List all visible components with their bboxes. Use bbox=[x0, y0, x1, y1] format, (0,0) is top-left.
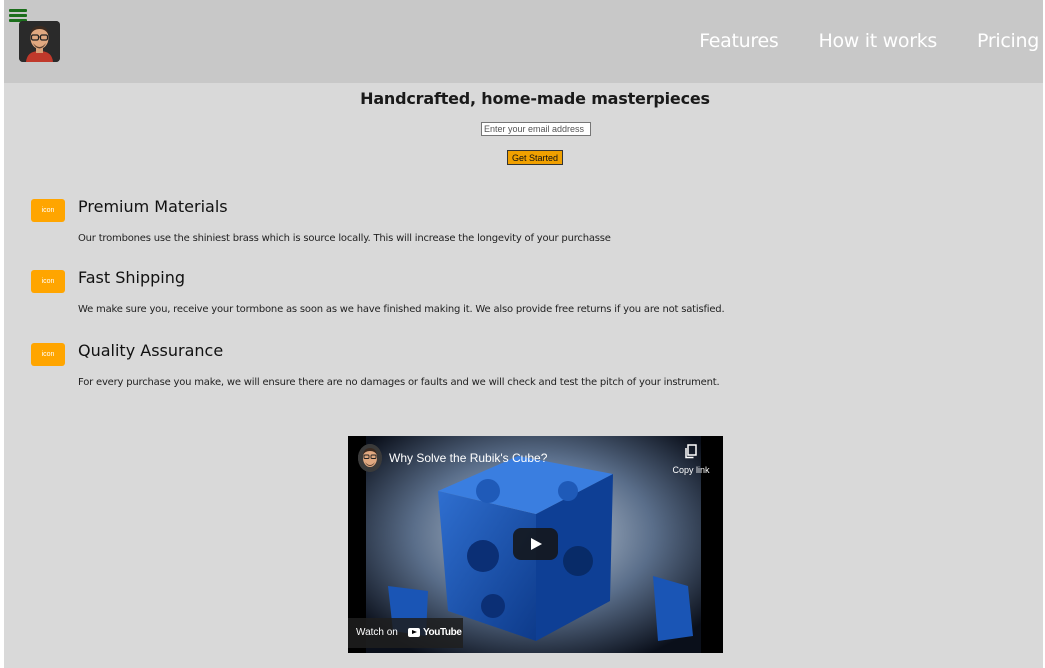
feature-icon: icon bbox=[31, 270, 65, 293]
feature-description: We make sure you, receive your tormbone … bbox=[78, 304, 725, 315]
play-button[interactable] bbox=[513, 528, 558, 560]
page: Features How it works Pricing Handcrafte… bbox=[4, 0, 1043, 668]
feature-title: Premium Materials bbox=[78, 197, 228, 216]
nav-link-how-it-works[interactable]: How it works bbox=[819, 30, 938, 52]
video-title[interactable]: Why Solve the Rubik's Cube? bbox=[389, 451, 547, 465]
youtube-label: YouTube bbox=[423, 627, 462, 638]
nav-link-pricing[interactable]: Pricing bbox=[977, 30, 1039, 52]
feature-title: Quality Assurance bbox=[78, 341, 224, 360]
copy-link-label: Copy link bbox=[672, 465, 710, 475]
nav-link-features[interactable]: Features bbox=[699, 30, 779, 52]
get-started-button[interactable]: Get Started bbox=[507, 150, 563, 165]
header: Features How it works Pricing bbox=[4, 0, 1043, 83]
copy-link-button[interactable]: Copy link bbox=[666, 444, 716, 475]
video-embed[interactable]: Why Solve the Rubik's Cube? Copy link Wa… bbox=[348, 436, 723, 653]
play-icon bbox=[531, 538, 542, 550]
feature-icon: icon bbox=[31, 199, 65, 222]
avatar-logo[interactable] bbox=[19, 21, 60, 62]
feature-description: Our trombones use the shiniest brass whi… bbox=[78, 233, 611, 244]
youtube-icon bbox=[408, 628, 420, 637]
feature-description: For every purchase you make, we will ens… bbox=[78, 377, 720, 388]
copy-icon bbox=[685, 444, 697, 459]
watch-on-label: Watch on bbox=[356, 627, 398, 638]
main-nav: Features How it works Pricing bbox=[699, 30, 1039, 52]
email-input[interactable] bbox=[481, 122, 591, 136]
feature-title: Fast Shipping bbox=[78, 268, 186, 287]
watch-on-youtube-button[interactable]: Watch on YouTube bbox=[348, 618, 463, 648]
hero-title: Handcrafted, home-made masterpieces bbox=[360, 89, 710, 108]
feature-icon: icon bbox=[31, 343, 65, 366]
channel-avatar[interactable] bbox=[358, 444, 382, 472]
